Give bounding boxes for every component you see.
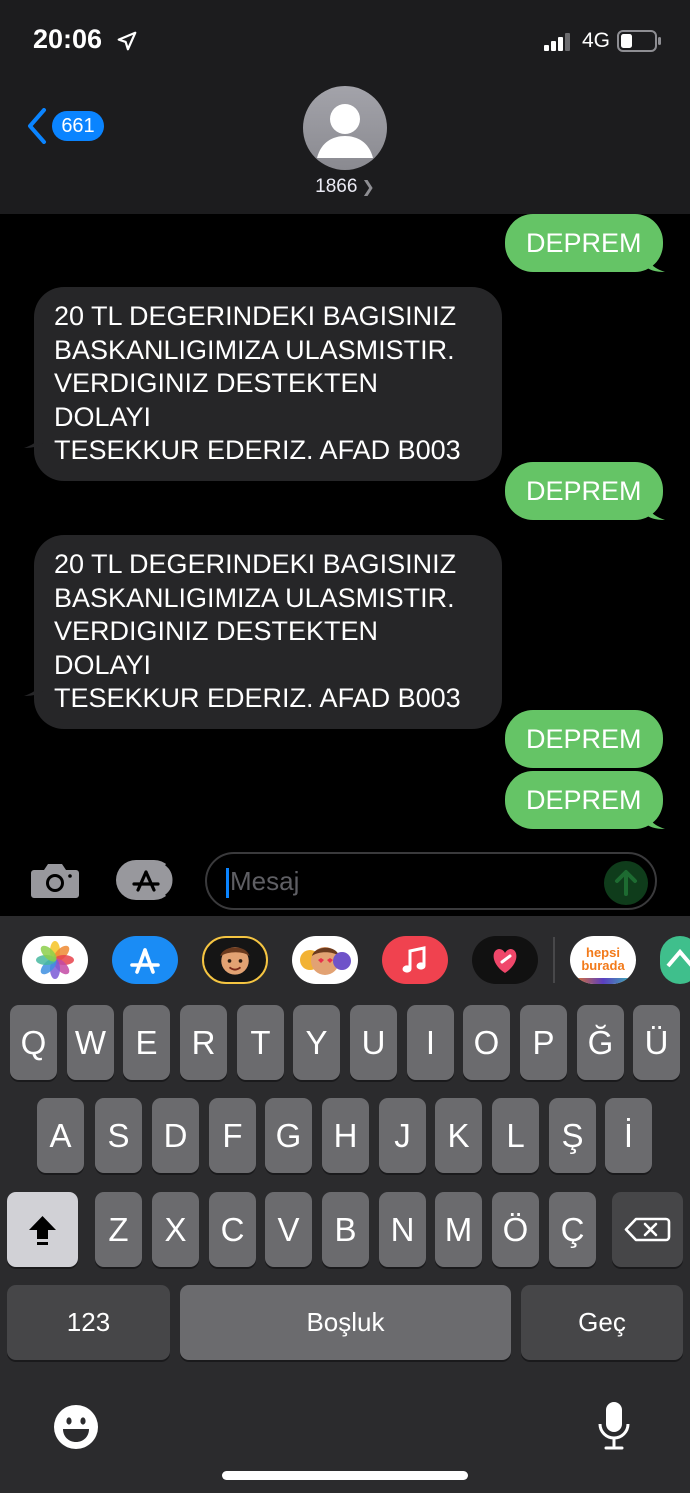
key-s[interactable]: S bbox=[95, 1098, 142, 1173]
digital-touch-icon[interactable] bbox=[472, 936, 538, 984]
key-q[interactable]: Q bbox=[10, 1005, 57, 1080]
key-r[interactable]: R bbox=[180, 1005, 227, 1080]
key-h[interactable]: H bbox=[322, 1098, 369, 1173]
unread-count-badge: 661 bbox=[52, 111, 104, 141]
send-button[interactable] bbox=[604, 861, 648, 905]
network-type: 4G bbox=[582, 29, 611, 52]
message-text: DEPREM bbox=[526, 724, 642, 754]
message-text: DEPREM bbox=[526, 228, 642, 258]
sent-message[interactable]: DEPREM bbox=[505, 771, 663, 829]
memoji-stickers-icon[interactable] bbox=[292, 936, 358, 984]
key-s-cedilla[interactable]: Ş bbox=[549, 1098, 596, 1173]
message-line: VERDIGINIZ DESTEKTEN DOLAYI bbox=[54, 368, 379, 432]
space-key[interactable]: Boşluk bbox=[180, 1285, 511, 1360]
memoji-icon[interactable] bbox=[202, 936, 268, 984]
app-partial-icon[interactable] bbox=[660, 936, 690, 984]
message-text: DEPREM bbox=[526, 476, 642, 506]
key-m[interactable]: M bbox=[435, 1192, 482, 1267]
status-time: 20:06 bbox=[33, 24, 103, 54]
emoji-icon[interactable] bbox=[52, 1403, 100, 1451]
key-u-umlaut[interactable]: Ü bbox=[633, 1005, 680, 1080]
sent-message[interactable]: DEPREM bbox=[505, 214, 663, 272]
bubble-tail bbox=[645, 809, 665, 829]
message-placeholder: Mesaj bbox=[230, 866, 300, 896]
message-input[interactable]: Mesaj bbox=[205, 852, 657, 910]
return-key[interactable]: Geç bbox=[521, 1285, 683, 1360]
key-l[interactable]: L bbox=[492, 1098, 539, 1173]
contact-number: 1866 bbox=[315, 176, 358, 197]
key-k[interactable]: K bbox=[435, 1098, 482, 1173]
key-w[interactable]: W bbox=[67, 1005, 114, 1080]
shift-arrow-icon bbox=[29, 1216, 56, 1245]
imessage-app-strip: hepsi burada bbox=[0, 916, 690, 1006]
key-o[interactable]: O bbox=[463, 1005, 510, 1080]
back-button[interactable]: 661 bbox=[26, 108, 106, 174]
arrow-up-icon bbox=[615, 870, 637, 896]
key-a[interactable]: A bbox=[37, 1098, 84, 1173]
battery-icon bbox=[617, 30, 661, 52]
key-i-dotted[interactable]: İ bbox=[605, 1098, 652, 1173]
received-message[interactable]: 20 TL DEGERINDEKI BAGISINIZ BASKANLIGIMI… bbox=[34, 287, 502, 481]
microphone-icon[interactable] bbox=[596, 1400, 632, 1452]
chevron-right-icon: ❯ bbox=[361, 179, 375, 196]
app-label: burada bbox=[581, 958, 625, 973]
key-i[interactable]: I bbox=[407, 1005, 454, 1080]
contact-name[interactable]: 1866 ❯ bbox=[0, 176, 690, 198]
hepsiburada-icon[interactable]: hepsi burada bbox=[570, 936, 636, 984]
sent-message[interactable]: DEPREM bbox=[505, 462, 663, 520]
key-c[interactable]: C bbox=[209, 1192, 256, 1267]
app-store-button-icon[interactable] bbox=[116, 860, 176, 900]
key-u[interactable]: U bbox=[350, 1005, 397, 1080]
app-store-icon[interactable] bbox=[112, 936, 178, 984]
shift-key[interactable] bbox=[7, 1192, 78, 1267]
numbers-key[interactable]: 123 bbox=[7, 1285, 170, 1360]
received-message[interactable]: 20 TL DEGERINDEKI BAGISINIZ BASKANLIGIMI… bbox=[34, 535, 502, 729]
key-n[interactable]: N bbox=[379, 1192, 426, 1267]
music-icon[interactable] bbox=[382, 936, 448, 984]
camera-icon[interactable] bbox=[30, 860, 80, 900]
chevron-left-icon bbox=[28, 108, 46, 144]
key-e[interactable]: E bbox=[123, 1005, 170, 1080]
key-o-umlaut[interactable]: Ö bbox=[492, 1192, 539, 1267]
person-icon bbox=[317, 104, 373, 158]
app-strip-divider bbox=[553, 937, 555, 983]
message-line: TESEKKUR EDERIZ. AFAD B003 bbox=[54, 683, 461, 713]
message-text: DEPREM bbox=[526, 785, 642, 815]
sent-message[interactable]: DEPREM bbox=[505, 710, 663, 768]
home-indicator[interactable] bbox=[222, 1471, 468, 1480]
contact-avatar[interactable] bbox=[303, 86, 387, 170]
key-x[interactable]: X bbox=[152, 1192, 199, 1267]
key-c-cedilla[interactable]: Ç bbox=[549, 1192, 596, 1267]
photos-icon[interactable] bbox=[22, 936, 88, 984]
location-arrow-icon bbox=[117, 31, 137, 51]
message-line: VERDIGINIZ DESTEKTEN DOLAYI bbox=[54, 616, 379, 680]
key-v[interactable]: V bbox=[265, 1192, 312, 1267]
delete-key[interactable] bbox=[612, 1192, 683, 1267]
message-line: BASKANLIGIMIZA ULASMISTIR. bbox=[54, 334, 455, 365]
key-b[interactable]: B bbox=[322, 1192, 369, 1267]
key-j[interactable]: J bbox=[379, 1098, 426, 1173]
message-line: 20 TL DEGERINDEKI BAGISINIZ bbox=[54, 549, 457, 579]
key-p[interactable]: P bbox=[520, 1005, 567, 1080]
bubble-tail bbox=[24, 676, 44, 696]
key-d[interactable]: D bbox=[152, 1098, 199, 1173]
message-line: BASKANLIGIMIZA ULASMISTIR. bbox=[54, 582, 455, 613]
bubble-tail bbox=[24, 428, 44, 448]
key-z[interactable]: Z bbox=[95, 1192, 142, 1267]
cellular-signal-icon bbox=[544, 33, 570, 51]
backspace-icon bbox=[624, 1217, 671, 1242]
conversation-header: 661 1866 ❯ bbox=[0, 82, 690, 214]
status-bar: 20:06 4G bbox=[0, 0, 690, 82]
bubble-tail bbox=[645, 500, 665, 520]
message-line: 20 TL DEGERINDEKI BAGISINIZ bbox=[54, 301, 457, 331]
bubble-tail bbox=[645, 252, 665, 272]
key-f[interactable]: F bbox=[209, 1098, 256, 1173]
text-cursor bbox=[226, 868, 229, 898]
compose-bar: Mesaj bbox=[0, 836, 690, 916]
key-t[interactable]: T bbox=[237, 1005, 284, 1080]
key-g-breve[interactable]: Ğ bbox=[577, 1005, 624, 1080]
key-g[interactable]: G bbox=[265, 1098, 312, 1173]
message-line: TESEKKUR EDERIZ. AFAD B003 bbox=[54, 435, 461, 465]
key-y[interactable]: Y bbox=[293, 1005, 340, 1080]
